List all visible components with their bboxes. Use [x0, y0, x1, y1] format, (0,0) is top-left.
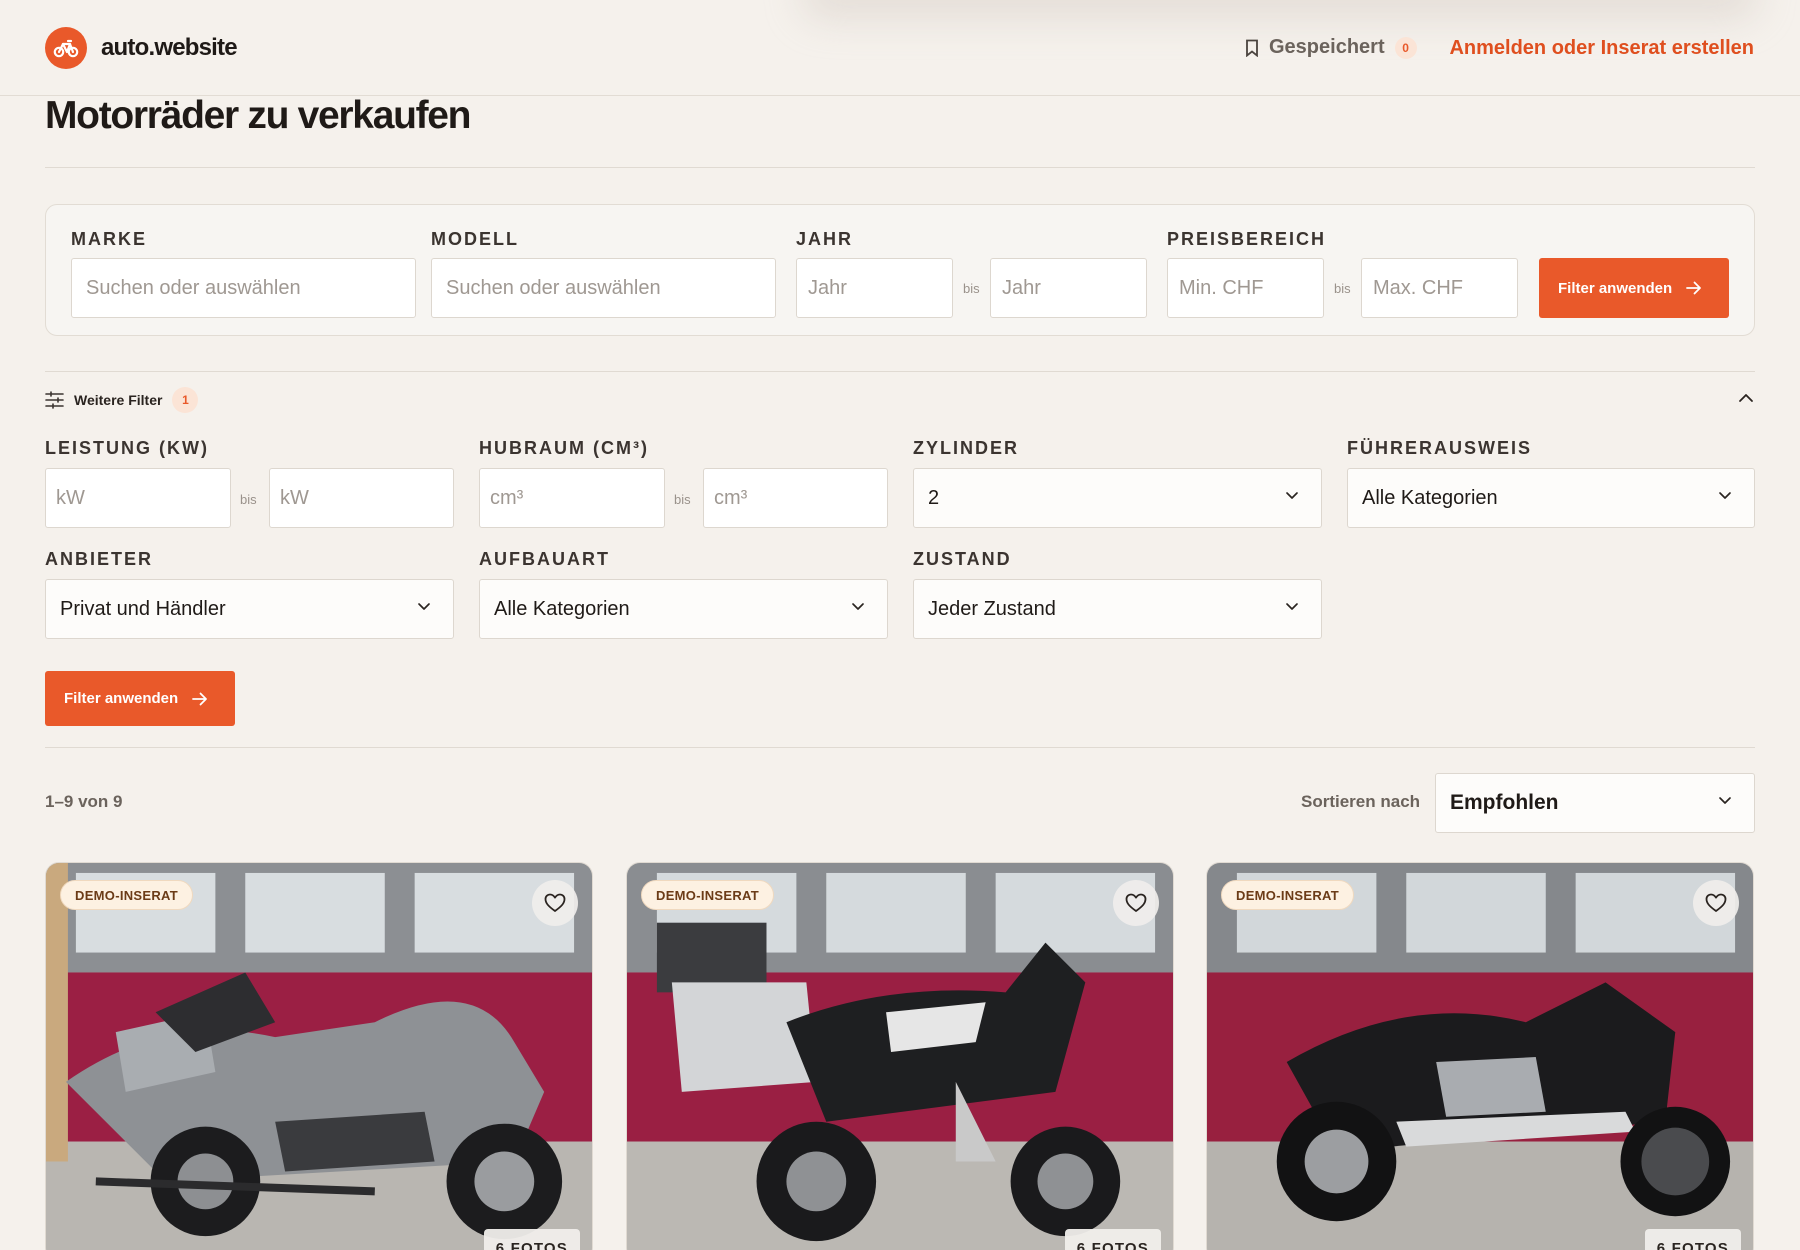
listing-card[interactable]: DEMO-INSERAT 6 FOTOS: [45, 862, 593, 1250]
chevron-down-icon: [1719, 492, 1731, 499]
jahr-from-input[interactable]: Jahr: [796, 258, 953, 318]
chevron-up-icon[interactable]: [1738, 393, 1754, 403]
result-count: 1–9 von 9: [45, 792, 123, 811]
leistung-label: LEISTUNG (KW): [45, 438, 209, 458]
zylinder-select[interactable]: 2: [913, 468, 1322, 528]
heart-icon: [1705, 893, 1727, 912]
photo-count: 6 FOTOS: [1064, 1229, 1161, 1250]
saved-count-badge: 0: [1394, 36, 1417, 59]
heart-icon: [1125, 893, 1147, 912]
chevron-down-icon: [1286, 492, 1298, 499]
jahr-to-input[interactable]: Jahr: [990, 258, 1147, 318]
zustand-label: ZUSTAND: [913, 549, 1012, 569]
login-link[interactable]: Anmelden oder Inserat erstellen: [1449, 37, 1754, 60]
chevron-down-icon: [418, 603, 430, 610]
active-filter-count-badge: 1: [172, 387, 199, 413]
divider: [45, 371, 1755, 372]
zylinder-label: ZYLINDER: [913, 438, 1019, 458]
divider: [45, 747, 1755, 748]
fuehrerausweis-value: Alle Kategorien: [1362, 486, 1498, 509]
top-navigation: auto.website Gespeichert 0 Anmelden oder…: [0, 0, 1800, 96]
fuehrerausweis-select[interactable]: Alle Kategorien: [1347, 468, 1755, 528]
leistung-from-input[interactable]: kW: [45, 468, 231, 528]
preis-min-input[interactable]: Min. CHF: [1167, 258, 1324, 318]
aufbauart-select[interactable]: Alle Kategorien: [479, 579, 888, 639]
header-shadow: [800, 0, 1760, 20]
anbieter-select[interactable]: Privat und Händler: [45, 579, 454, 639]
modell-input[interactable]: Suchen oder auswählen: [431, 258, 776, 318]
motorcycle-photo: [627, 863, 1173, 1250]
sliders-icon: [45, 391, 64, 409]
hubraum-to-input[interactable]: cm³: [703, 468, 888, 528]
sort-value: Empfohlen: [1450, 791, 1559, 814]
zustand-select[interactable]: Jeder Zustand: [913, 579, 1322, 639]
demo-badge: DEMO-INSERAT: [60, 880, 194, 910]
hubraum-from-input[interactable]: cm³: [479, 468, 665, 528]
bis-text: bis: [240, 492, 257, 507]
aufbauart-value: Alle Kategorien: [494, 597, 630, 620]
marke-input[interactable]: Suchen oder auswählen: [71, 258, 416, 318]
chevron-down-icon: [1286, 603, 1298, 610]
aufbauart-label: AUFBAUART: [479, 549, 610, 569]
marke-label: MARKE: [71, 229, 147, 249]
zustand-value: Jeder Zustand: [928, 597, 1056, 620]
motorcycle-photo: [46, 863, 592, 1250]
demo-badge: DEMO-INSERAT: [1221, 880, 1355, 910]
photo-count: 6 FOTOS: [483, 1229, 580, 1250]
logo[interactable]: auto.website: [45, 27, 238, 69]
saved-label: Gespeichert: [1269, 36, 1385, 58]
favorite-button[interactable]: [532, 880, 578, 926]
anbieter-label: ANBIETER: [45, 549, 154, 569]
divider: [45, 167, 1755, 168]
motorcycle-photo: [1207, 863, 1753, 1250]
favorite-button[interactable]: [1693, 880, 1739, 926]
apply-more-filters-button[interactable]: Filter anwenden: [45, 671, 235, 726]
fuehrerausweis-label: FÜHRERAUSWEIS: [1347, 438, 1533, 458]
arrow-right-icon: [192, 692, 208, 705]
arrow-right-icon: [1686, 281, 1702, 295]
sort-label: Sortieren nach: [1301, 792, 1421, 811]
heart-icon: [544, 893, 566, 912]
sort-select[interactable]: Empfohlen: [1435, 773, 1755, 833]
bis-text: bis: [1334, 281, 1351, 296]
apply-more-filters-label: Filter anwenden: [64, 690, 179, 707]
chevron-down-icon: [1719, 797, 1731, 804]
leistung-to-input[interactable]: kW: [269, 468, 454, 528]
apply-filter-button[interactable]: Filter anwenden: [1539, 258, 1729, 318]
bis-text: bis: [674, 492, 691, 507]
page-title: Motorräder zu verkaufen: [45, 94, 472, 137]
bookmark-icon: [1246, 39, 1258, 57]
saved-link[interactable]: Gespeichert 0: [1245, 36, 1417, 59]
bicycle-icon: [45, 27, 87, 69]
brand-name: auto.website: [101, 34, 238, 61]
chevron-down-icon: [852, 603, 864, 610]
hubraum-label: HUBRAUM (CM³): [479, 438, 649, 458]
zylinder-value: 2: [928, 486, 940, 509]
modell-label: MODELL: [431, 229, 519, 249]
photo-count: 6 FOTOS: [1644, 1229, 1741, 1250]
anbieter-value: Privat und Händler: [60, 597, 226, 620]
filter-bar: MARKE Suchen oder auswählen MODELL Suche…: [45, 204, 1755, 336]
more-filters-label: Weitere Filter: [74, 392, 163, 408]
bis-text: bis: [963, 281, 980, 296]
listing-card[interactable]: DEMO-INSERAT 6 FOTOS: [626, 862, 1174, 1250]
favorite-button[interactable]: [1113, 880, 1159, 926]
preis-max-input[interactable]: Max. CHF: [1361, 258, 1518, 318]
jahr-label: JAHR: [796, 229, 854, 249]
listing-card[interactable]: DEMO-INSERAT 6 FOTOS: [1206, 862, 1754, 1250]
preis-label: PREISBEREICH: [1167, 229, 1327, 249]
apply-filter-label: Filter anwenden: [1558, 279, 1673, 297]
demo-badge: DEMO-INSERAT: [641, 880, 775, 910]
more-filters-toggle[interactable]: Weitere Filter 1: [45, 387, 199, 413]
